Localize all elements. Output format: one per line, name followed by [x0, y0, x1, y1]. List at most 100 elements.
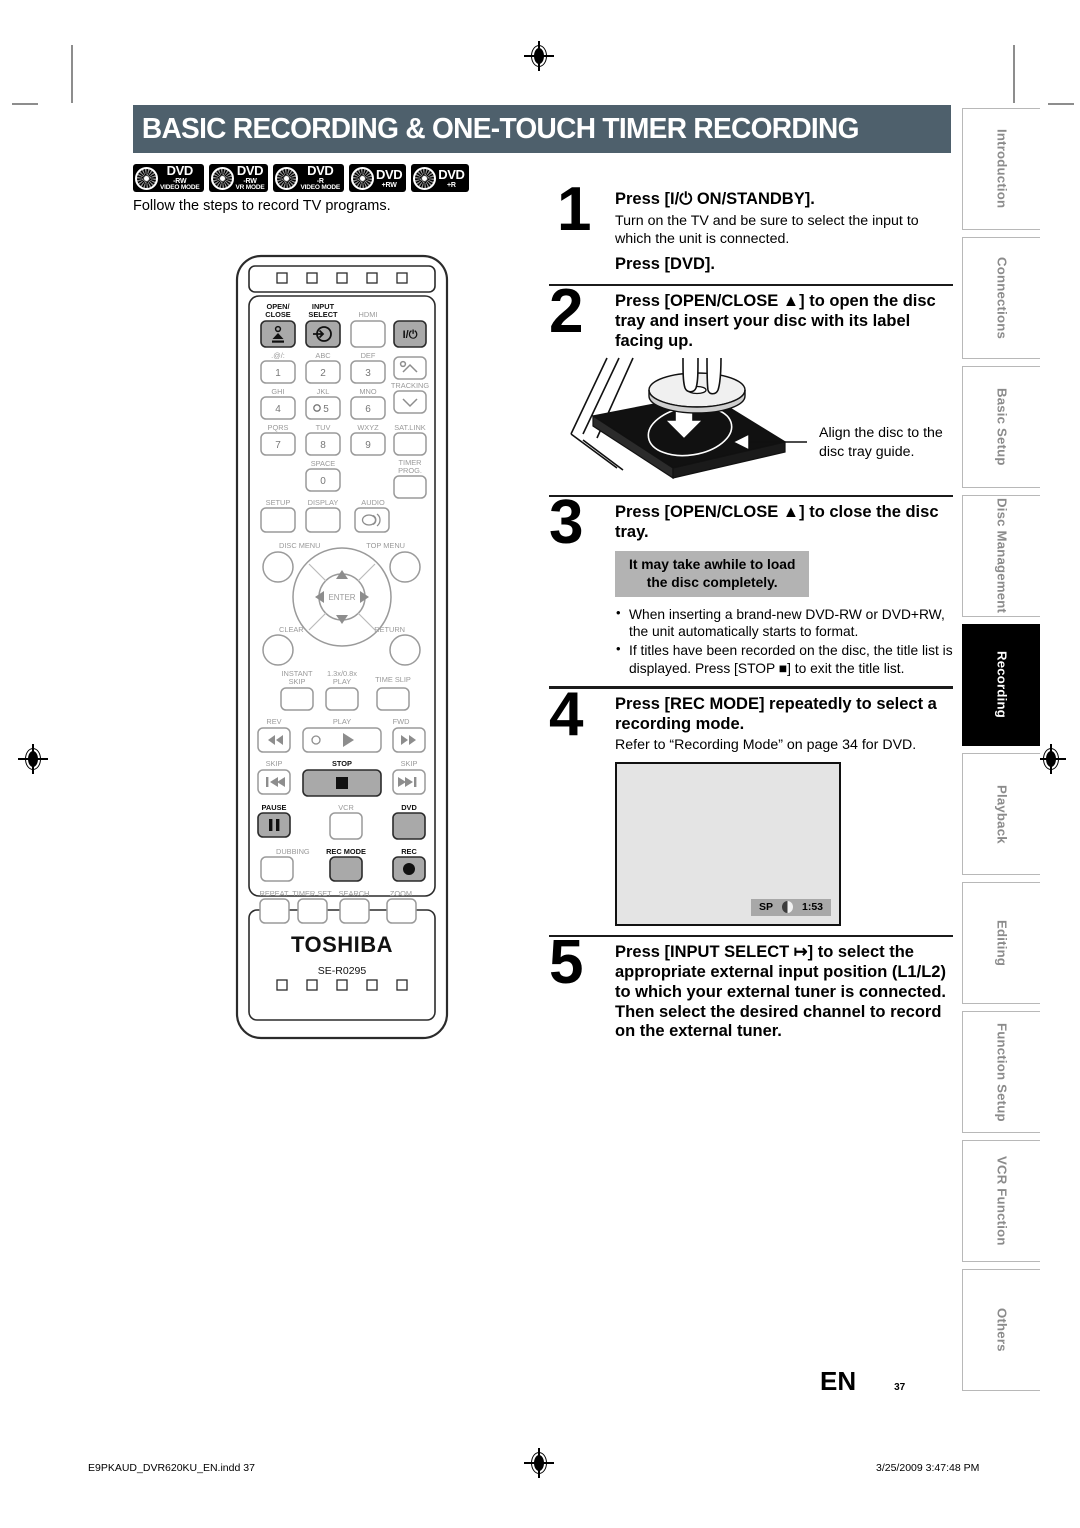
step-divider: [549, 494, 953, 498]
page-language: EN: [820, 1366, 857, 1396]
svg-text:8: 8: [320, 440, 326, 451]
registration-mark-right: [1036, 744, 1066, 774]
step-body: Refer to “Recording Mode” on page 34 for…: [615, 737, 917, 754]
footer-timestamp: 3/25/2009 3:47:48 PM: [876, 1462, 980, 1474]
tab-label: VCR Function: [994, 1156, 1010, 1246]
crop-mark-left-upper: [12, 103, 38, 105]
svg-text:DEF: DEF: [361, 351, 376, 360]
note-line-1: It may take awhile to load: [629, 556, 796, 572]
svg-text:PQRS: PQRS: [268, 423, 289, 432]
tab-label: Disc Management: [994, 498, 1010, 614]
disc-logo-main: DVD: [166, 163, 194, 179]
svg-text:ABC: ABC: [315, 351, 331, 360]
svg-text:4: 4: [275, 404, 281, 415]
step-heading: Press [I/⏻ ON/STANDBY].: [615, 190, 815, 208]
step-number: 5: [549, 928, 584, 998]
svg-text:SAT.LINK: SAT.LINK: [394, 423, 426, 432]
svg-text:SELECT: SELECT: [308, 310, 338, 319]
svg-text:PROG.: PROG.: [398, 466, 422, 475]
sidebar-tab-function-setup[interactable]: Function Setup: [962, 1011, 1040, 1133]
tab-label: Connections: [994, 256, 1010, 340]
svg-text:SEARCH: SEARCH: [339, 889, 370, 898]
disc-logo-sub2: VIDEO MODE: [300, 184, 341, 192]
disc-logo-dvd-rw-video-mode: DVD -RW VIDEO MODE: [133, 164, 204, 192]
page-title: BASIC RECORDING & ONE-TOUCH TIMER RECORD…: [141, 113, 860, 145]
section-tab-rail: Introduction Connections Basic Setup Dis…: [962, 108, 1040, 1398]
registration-mark-left: [18, 744, 48, 774]
disc-logo-main: DVD: [236, 163, 264, 179]
disc-logo-dvd-plus-rw: DVD +RW: [349, 164, 407, 192]
svg-text:CLOSE: CLOSE: [265, 310, 291, 319]
svg-text:TUV: TUV: [316, 423, 331, 432]
step-heading: Press [OPEN/CLOSE ▲] to open the disc tr…: [615, 292, 936, 350]
sidebar-tab-recording[interactable]: Recording: [962, 624, 1040, 746]
sidebar-tab-disc-management[interactable]: Disc Management: [962, 495, 1040, 617]
tab-label: Introduction: [994, 129, 1010, 209]
disc-progress-icon: [781, 901, 793, 914]
svg-text:DUBBING: DUBBING: [276, 847, 310, 856]
sidebar-tab-editing[interactable]: Editing: [962, 882, 1040, 1004]
disc-tray-illustration: Align the disc to the disc tray guide.: [557, 356, 953, 486]
registration-mark-bottom: [524, 1448, 554, 1478]
svg-text:WXYZ: WXYZ: [357, 423, 379, 432]
disc-icon: [413, 166, 437, 190]
osd-remaining-time: 1:53: [801, 901, 823, 914]
disc-icon: [135, 166, 158, 190]
disc-logo-main: DVD: [438, 166, 465, 182]
sidebar-tab-others[interactable]: Others: [962, 1269, 1040, 1391]
sidebar-tab-vcr-function[interactable]: VCR Function: [962, 1140, 1040, 1262]
svg-text:1: 1: [275, 368, 281, 379]
tab-label: Playback: [994, 784, 1010, 844]
svg-text:FWD: FWD: [393, 717, 410, 726]
disc-icon: [210, 166, 234, 190]
svg-text:2: 2: [320, 368, 326, 379]
osd-rec-mode: SP: [758, 901, 773, 914]
disc-icon: [351, 166, 375, 190]
step-body: Turn on the TV and be sure to select the…: [615, 212, 919, 247]
svg-text:7: 7: [275, 440, 281, 451]
step-bullet-list: When inserting a brand-new DVD-RW or DVD…: [615, 605, 953, 678]
disc-logo-sub2: VIDEO MODE: [160, 184, 200, 192]
step-5: 5 Press [INPUT SELECT ↦] to select the a…: [549, 932, 953, 1054]
intro-text: Follow the steps to record TV programs.: [133, 198, 391, 214]
footer-filename: E9PKAUD_DVR620KU_EN.indd 37: [88, 1462, 255, 1474]
step-number: 2: [549, 277, 584, 347]
disc-icon: [275, 166, 299, 190]
svg-text:6: 6: [365, 404, 371, 415]
osd-status-bar: SP 1:53: [750, 898, 831, 916]
svg-text:SE-R0295: SE-R0295: [318, 965, 367, 977]
crop-mark-right-upper: [1048, 103, 1074, 105]
svg-text:JKL: JKL: [317, 387, 330, 396]
note-line-2: the disc completely.: [646, 574, 778, 590]
disc-logo-sub: +R: [447, 181, 456, 189]
step-4: 4 Press [REC MODE] repeatedly to select …: [549, 683, 953, 926]
tv-screen-illustration: SP 1:53: [615, 761, 841, 926]
disc-format-logo-list: DVD -RW VIDEO MODE DVD -RW VR MODE DVD -…: [133, 164, 469, 192]
sidebar-tab-introduction[interactable]: Introduction: [962, 108, 1040, 230]
svg-text:SKIP: SKIP: [266, 759, 283, 768]
svg-text:AUDIO: AUDIO: [361, 498, 385, 507]
page-header-bar: BASIC RECORDING & ONE-TOUCH TIMER RECORD…: [133, 105, 951, 153]
tab-label: Recording: [994, 651, 1010, 719]
svg-text:ENTER: ENTER: [328, 593, 355, 602]
sidebar-tab-connections[interactable]: Connections: [962, 237, 1040, 359]
svg-text:5: 5: [323, 404, 329, 415]
steps-column: 1 Press [I/⏻ ON/STANDBY]. Turn on the TV…: [549, 179, 953, 1054]
svg-text:0: 0: [320, 476, 326, 487]
svg-text:CLEAR: CLEAR: [279, 625, 304, 634]
sidebar-tab-basic-setup[interactable]: Basic Setup: [962, 366, 1040, 488]
tab-label: Basic Setup: [994, 388, 1010, 466]
align-disc-caption: Align the disc to the disc tray guide.: [819, 424, 943, 460]
svg-text:TOP MENU: TOP MENU: [366, 541, 405, 550]
tab-label: Others: [994, 1308, 1010, 1352]
disc-logo-dvd-r-video-mode: DVD -R VIDEO MODE: [273, 164, 345, 192]
svg-text:SETUP: SETUP: [266, 498, 291, 507]
svg-text:STOP: STOP: [332, 759, 352, 768]
sidebar-tab-playback[interactable]: Playback: [962, 753, 1040, 875]
svg-text:TOSHIBA: TOSHIBA: [291, 932, 393, 957]
svg-text:PLAY: PLAY: [333, 677, 351, 686]
list-item: If titles have been recorded on the disc…: [615, 641, 953, 677]
list-item: When inserting a brand-new DVD-RW or DVD…: [615, 605, 953, 641]
svg-text:TIME SLIP: TIME SLIP: [375, 675, 411, 684]
step-number: 3: [549, 488, 584, 558]
